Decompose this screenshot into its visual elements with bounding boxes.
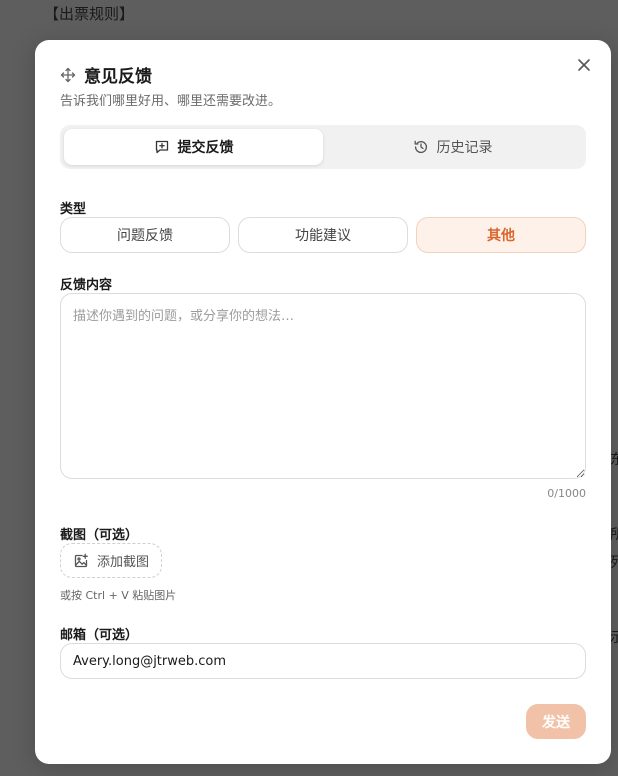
tab-label: 历史记录 <box>436 140 493 156</box>
image-plus-icon <box>73 553 89 569</box>
character-counter: 0/1000 <box>547 487 586 500</box>
history-icon <box>413 139 429 155</box>
background-text-fragment: 东 <box>610 452 618 468</box>
background-text-fragment: 列 <box>610 555 618 571</box>
tab-label: 提交反馈 <box>177 140 234 156</box>
screenshot-label: 截图（可选） <box>60 528 139 543</box>
tab-submit-feedback[interactable]: 提交反馈 <box>64 129 323 165</box>
close-button[interactable] <box>573 54 595 76</box>
background-text-fragment: 所 <box>610 527 618 543</box>
type-label: 类型 <box>60 202 87 217</box>
type-option-bug[interactable]: 问题反馈 <box>60 217 230 253</box>
type-option-other[interactable]: 其他 <box>416 217 586 253</box>
background-text-fragment: 示 <box>610 630 618 646</box>
add-screenshot-button[interactable]: 添加截图 <box>60 543 163 578</box>
feedback-modal: 意见反馈 告诉我们哪里好用、哪里还需要改进。 提交反馈 历史记录 类型 问题反馈… <box>35 40 611 764</box>
move-icon[interactable] <box>60 67 76 83</box>
content-label: 反馈内容 <box>60 278 113 293</box>
email-label: 邮箱（可选） <box>60 628 139 643</box>
email-field[interactable] <box>60 643 586 679</box>
send-button[interactable]: 发送 <box>526 704 586 739</box>
tab-bar: 提交反馈 历史记录 <box>60 125 586 169</box>
feedback-plus-icon <box>154 139 170 155</box>
add-screenshot-label: 添加截图 <box>97 555 150 570</box>
tab-history[interactable]: 历史记录 <box>323 129 582 165</box>
background-heading: 【出票规则】 <box>44 5 135 23</box>
type-selector: 问题反馈 功能建议 其他 <box>60 217 586 253</box>
feedback-content-textarea[interactable] <box>60 293 586 479</box>
paste-hint: 或按 Ctrl + V 粘贴图片 <box>60 589 177 602</box>
modal-subtitle: 告诉我们哪里好用、哪里还需要改进。 <box>60 94 282 109</box>
modal-title: 意见反馈 <box>84 67 152 87</box>
type-option-suggestion[interactable]: 功能建议 <box>238 217 408 253</box>
close-icon <box>578 59 590 71</box>
modal-header: 意见反馈 <box>60 62 152 87</box>
